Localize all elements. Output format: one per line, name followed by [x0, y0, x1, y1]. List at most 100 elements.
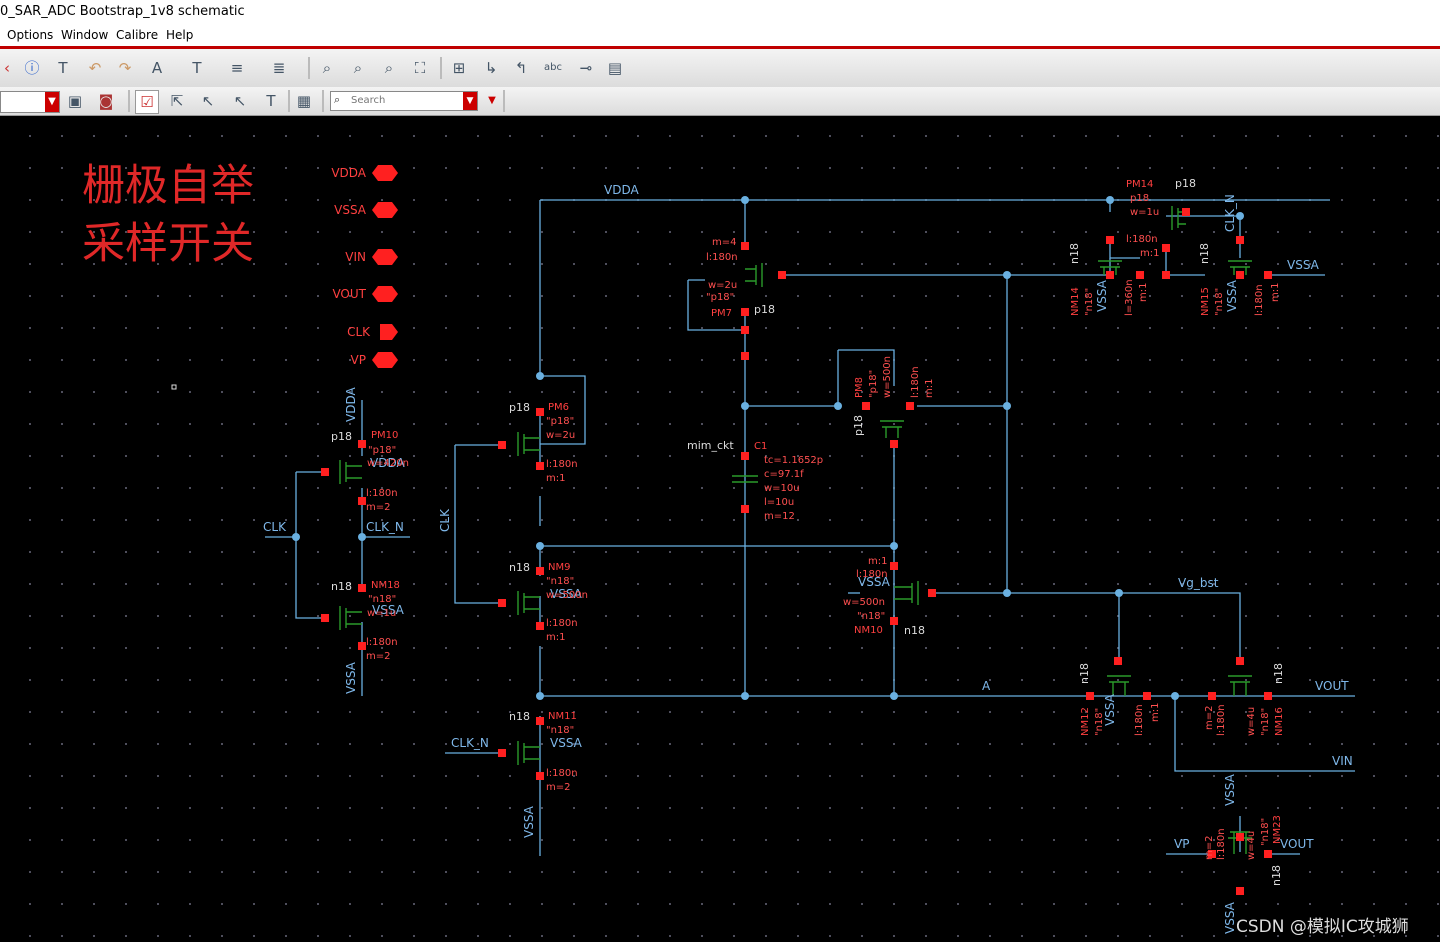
- device-terminal[interactable]: [1264, 692, 1272, 700]
- netlist-icon[interactable]: ▤: [604, 57, 626, 79]
- device-terminal[interactable]: [1114, 657, 1122, 665]
- device-terminal[interactable]: [1086, 692, 1094, 700]
- device-terminal[interactable]: [890, 440, 898, 448]
- wire-node[interactable]: [741, 402, 749, 410]
- menu-help[interactable]: Help: [166, 28, 193, 42]
- wire-node[interactable]: [536, 692, 544, 700]
- device-terminal[interactable]: [1143, 692, 1151, 700]
- menu-calibre[interactable]: Calibre: [116, 28, 158, 42]
- undo-icon[interactable]: ↶: [84, 57, 106, 79]
- device-terminal[interactable]: [536, 717, 544, 725]
- wire-node[interactable]: [1003, 402, 1011, 410]
- zoom-in-icon[interactable]: ⌕: [378, 57, 400, 79]
- wire-node[interactable]: [890, 542, 898, 550]
- distribute-icon[interactable]: ≣: [268, 57, 290, 79]
- hierarchy-icon[interactable]: ⊞: [448, 57, 470, 79]
- label-icon[interactable]: A: [146, 57, 168, 79]
- chevron-down-icon[interactable]: ▼: [45, 92, 59, 112]
- device-terminal[interactable]: [1162, 271, 1170, 279]
- undo-arrow-icon[interactable]: ‹: [0, 57, 18, 79]
- pointer-move-icon[interactable]: ↖: [229, 90, 251, 112]
- device-terminal[interactable]: [778, 271, 786, 279]
- search-input[interactable]: [351, 93, 459, 107]
- redo-icon[interactable]: ↷: [114, 57, 136, 79]
- device-terminal[interactable]: [928, 589, 936, 597]
- wire-node[interactable]: [1171, 692, 1179, 700]
- wire-node[interactable]: [1003, 271, 1011, 279]
- device-terminal[interactable]: [741, 505, 749, 513]
- device-terminal[interactable]: [1162, 244, 1170, 252]
- device-terminal[interactable]: [1264, 271, 1272, 279]
- device-terminal[interactable]: [741, 452, 749, 460]
- menu-options[interactable]: Options: [7, 28, 53, 42]
- text-pointer-icon[interactable]: T: [260, 90, 282, 112]
- abc-icon[interactable]: abc: [542, 57, 564, 79]
- text-edit-icon[interactable]: T: [52, 57, 74, 79]
- wire-node[interactable]: [1106, 196, 1114, 204]
- device-terminal[interactable]: [536, 567, 544, 575]
- device-terminal[interactable]: [498, 441, 506, 449]
- check-save-icon[interactable]: ◙: [95, 90, 117, 112]
- device-terminal[interactable]: [890, 562, 898, 570]
- wire-node[interactable]: [890, 692, 898, 700]
- search-box[interactable]: ⌕ ▼: [330, 91, 478, 111]
- wire-node[interactable]: [741, 196, 749, 204]
- wire-node[interactable]: [1003, 589, 1011, 597]
- wire-node[interactable]: [536, 372, 544, 380]
- device-terminal[interactable]: [498, 599, 506, 607]
- device-terminal[interactable]: [1264, 850, 1272, 858]
- wire-node[interactable]: [536, 542, 544, 550]
- device-terminal[interactable]: [498, 749, 506, 757]
- pointer-icon[interactable]: ↖: [197, 90, 219, 112]
- device-terminal[interactable]: [741, 308, 749, 316]
- device-terminal[interactable]: [741, 242, 749, 250]
- properties-icon[interactable]: ▦: [293, 90, 315, 112]
- search-options-icon[interactable]: ▼: [481, 90, 503, 112]
- align-icon[interactable]: ≡: [226, 57, 248, 79]
- probe-icon[interactable]: ⊸: [575, 57, 597, 79]
- zoom-out-icon[interactable]: ⌕: [347, 57, 369, 79]
- device-terminal[interactable]: [1236, 236, 1244, 244]
- device-terminal[interactable]: [1208, 692, 1216, 700]
- device-terminal[interactable]: [536, 408, 544, 416]
- select-mode-icon[interactable]: ☑: [135, 90, 159, 114]
- device-terminal[interactable]: [536, 772, 544, 780]
- zoom-fit-icon[interactable]: ⛶: [409, 57, 431, 79]
- device-terminal[interactable]: [741, 352, 749, 360]
- device-terminal[interactable]: [358, 497, 366, 505]
- select-area-icon[interactable]: ⇱: [166, 90, 188, 112]
- device-terminal[interactable]: [321, 614, 329, 622]
- device-terminal[interactable]: [1106, 271, 1114, 279]
- device-terminal[interactable]: [1236, 887, 1244, 895]
- descend-icon[interactable]: ↳: [480, 57, 502, 79]
- wire-node[interactable]: [1115, 589, 1123, 597]
- device-terminal[interactable]: [536, 462, 544, 470]
- wire-node[interactable]: [741, 692, 749, 700]
- device-terminal[interactable]: [1236, 657, 1244, 665]
- device-terminal[interactable]: [1236, 271, 1244, 279]
- info-icon[interactable]: ⓘ: [21, 57, 43, 79]
- wire-node[interactable]: [1236, 212, 1244, 220]
- menu-window[interactable]: Window: [61, 28, 108, 42]
- device-terminal[interactable]: [536, 622, 544, 630]
- device-terminal[interactable]: [1136, 271, 1144, 279]
- wire-node[interactable]: [834, 402, 842, 410]
- ascend-icon[interactable]: ↰: [510, 57, 532, 79]
- device-terminal[interactable]: [358, 642, 366, 650]
- cell-selector[interactable]: ▼: [0, 91, 60, 113]
- device-terminal[interactable]: [1182, 208, 1190, 216]
- device-terminal[interactable]: [862, 402, 870, 410]
- wire-node[interactable]: [292, 533, 300, 541]
- schematic-canvas[interactable]: 栅极自举 采样开关 VDDA VSSA VIN VOUT CLK VP VDDA…: [0, 116, 1440, 942]
- device-terminal[interactable]: [890, 617, 898, 625]
- font-icon[interactable]: T: [186, 57, 208, 79]
- wire-node[interactable]: [358, 533, 366, 541]
- device-terminal[interactable]: [358, 440, 366, 448]
- chevron-down-icon[interactable]: ▼: [463, 92, 477, 110]
- device-terminal[interactable]: [741, 326, 749, 334]
- device-terminal[interactable]: [1106, 236, 1114, 244]
- device-terminal[interactable]: [321, 468, 329, 476]
- device-terminal[interactable]: [906, 402, 914, 410]
- device-terminal[interactable]: [1236, 833, 1244, 841]
- zoom-icon[interactable]: ⌕: [316, 57, 338, 79]
